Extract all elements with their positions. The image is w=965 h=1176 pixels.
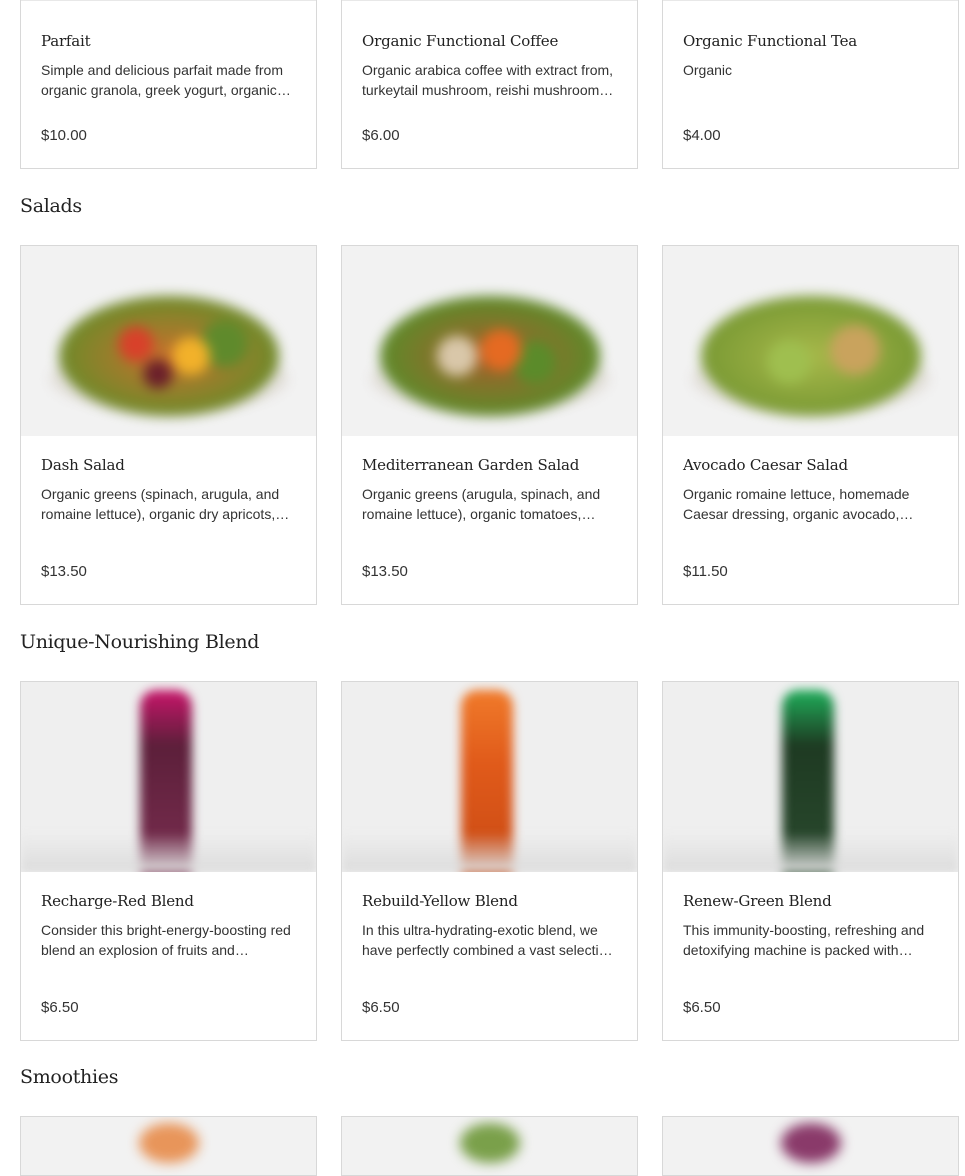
item-title: Renew-Green Blend xyxy=(683,892,832,910)
item-description: Organic romaine lettuce, homemade Caesar… xyxy=(683,486,910,522)
menu-item-card[interactable] xyxy=(20,1116,317,1176)
menu-item-card[interactable]: Dash Salad Organic greens (spinach, arug… xyxy=(20,245,317,605)
juice-bottle-image xyxy=(21,682,316,872)
menu-item-card[interactable]: Avocado Caesar Salad Organic romaine let… xyxy=(662,245,959,605)
section-title-blends: Unique-Nourishing Blend xyxy=(20,631,260,653)
menu-grid-top: Parfait Simple and delicious parfait mad… xyxy=(20,0,960,169)
item-price: $13.50 xyxy=(41,563,87,580)
item-price: $11.50 xyxy=(683,563,728,580)
salad-bowl-image xyxy=(342,246,637,436)
item-title: Avocado Caesar Salad xyxy=(683,456,848,474)
menu-grid-blends: Recharge-Red Blend Consider this bright-… xyxy=(20,681,960,1041)
item-price: $6.00 xyxy=(362,127,400,144)
menu-grid-salads: Dash Salad Organic greens (spinach, arug… xyxy=(20,245,960,605)
smoothie-image xyxy=(342,1117,637,1175)
item-price: $6.50 xyxy=(41,999,79,1016)
menu-item-card[interactable] xyxy=(662,1116,959,1176)
item-price: $10.00 xyxy=(41,127,87,144)
item-title: Organic Functional Tea xyxy=(683,32,858,50)
menu-item-card[interactable]: Parfait Simple and delicious parfait mad… xyxy=(20,0,317,169)
menu-item-card[interactable] xyxy=(341,1116,638,1176)
item-price: $6.50 xyxy=(683,999,721,1016)
menu-item-card[interactable]: Organic Functional Coffee Organic arabic… xyxy=(341,0,638,169)
section-title-salads: Salads xyxy=(20,195,82,217)
salad-bowl-image xyxy=(21,246,316,436)
item-description: Organic xyxy=(683,62,733,78)
section-title-smoothies: Smoothies xyxy=(20,1066,119,1088)
menu-item-card[interactable]: Recharge-Red Blend Consider this bright-… xyxy=(20,681,317,1041)
item-title: Rebuild-Yellow Blend xyxy=(362,892,518,910)
smoothie-image xyxy=(21,1117,316,1175)
item-price: $13.50 xyxy=(362,563,408,580)
menu-grid-smoothies xyxy=(20,1116,960,1176)
juice-bottle-image xyxy=(663,682,958,872)
item-description: Consider this bright-energy-boosting red… xyxy=(41,922,291,958)
item-description: Simple and delicious parfait made from o… xyxy=(41,62,284,98)
item-title: Recharge-Red Blend xyxy=(41,892,194,910)
item-price: $6.50 xyxy=(362,999,400,1016)
menu-item-card[interactable]: Mediterranean Garden Salad Organic green… xyxy=(341,245,638,605)
item-title: Mediterranean Garden Salad xyxy=(362,456,580,474)
item-price: $4.00 xyxy=(683,127,721,144)
item-title: Organic Functional Coffee xyxy=(362,32,559,50)
item-description: This immunity-boosting, refreshing and d… xyxy=(683,922,925,958)
menu-item-card[interactable]: Organic Functional Tea Organic $4.00 xyxy=(662,0,959,169)
juice-bottle-image xyxy=(342,682,637,872)
item-title: Dash Salad xyxy=(41,456,125,474)
item-description: Organic greens (arugula, spinach, and ro… xyxy=(362,486,601,522)
item-title: Parfait xyxy=(41,32,91,50)
menu-item-card[interactable]: Renew-Green Blend This immunity-boosting… xyxy=(662,681,959,1041)
item-description: Organic greens (spinach, arugula, and ro… xyxy=(41,486,280,522)
smoothie-image xyxy=(663,1117,958,1175)
salad-bowl-image xyxy=(663,246,958,436)
item-description: In this ultra-hydrating-exotic blend, we… xyxy=(362,922,615,958)
item-description: Organic arabica coffee with extract from… xyxy=(362,62,614,98)
menu-item-card[interactable]: Rebuild-Yellow Blend In this ultra-hydra… xyxy=(341,681,638,1041)
